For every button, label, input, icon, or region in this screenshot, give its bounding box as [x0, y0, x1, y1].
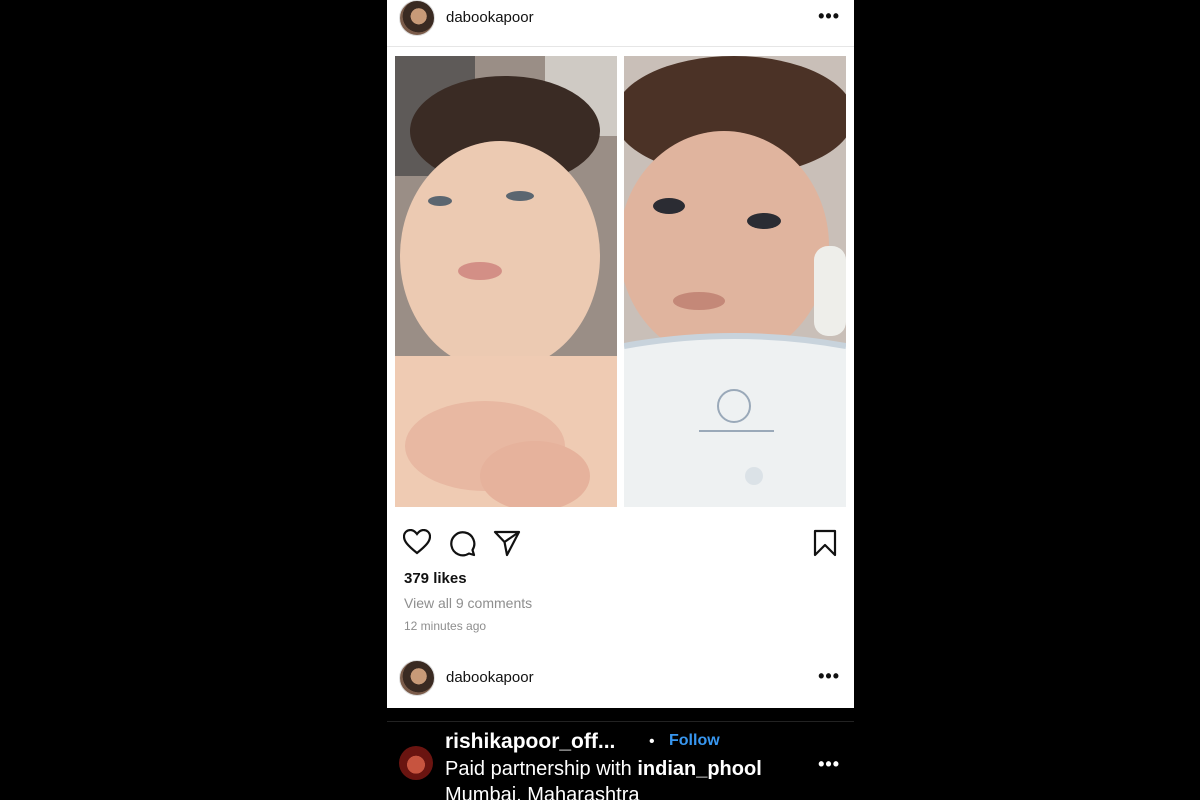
next-post-username[interactable]: rishikapoor_off...: [445, 730, 615, 754]
post-photo-right[interactable]: [624, 56, 846, 507]
comment-icon[interactable]: [448, 529, 476, 562]
paid-partnership-label: Paid partnership with indian_phool: [445, 758, 762, 781]
comment-more-icon[interactable]: •••: [818, 666, 840, 687]
post-header: dabookapoor •••: [387, 0, 854, 40]
header-divider: [387, 46, 854, 47]
post-location[interactable]: Mumbai, Maharashtra: [445, 784, 640, 800]
comment-header: dabookapoor •••: [387, 660, 854, 700]
next-post-more-icon[interactable]: •••: [818, 754, 840, 775]
follow-button[interactable]: Follow: [669, 732, 720, 750]
post-separator: [387, 721, 854, 722]
heart-icon[interactable]: [402, 528, 432, 560]
instagram-feed: dabookapoor ••• 379 likes View all 9 com…: [387, 0, 854, 800]
bookmark-icon[interactable]: [813, 529, 837, 562]
more-options-icon[interactable]: •••: [818, 6, 840, 27]
post-timestamp: 12 minutes ago: [404, 619, 487, 633]
next-post-header: rishikapoor_off... • Follow Paid partner…: [387, 724, 854, 800]
post-photo-left[interactable]: [395, 56, 617, 507]
next-post-avatar[interactable]: [399, 746, 433, 780]
separator-dot: •: [649, 733, 655, 750]
comment-avatar[interactable]: [399, 660, 435, 696]
post-username[interactable]: dabookapoor: [446, 9, 534, 26]
comment-username[interactable]: dabookapoor: [446, 669, 534, 686]
post-card: dabookapoor ••• 379 likes View all 9 com…: [387, 0, 854, 708]
avatar[interactable]: [399, 0, 435, 36]
partner-link[interactable]: indian_phool: [637, 758, 761, 780]
share-icon[interactable]: [493, 529, 521, 562]
likes-count[interactable]: 379 likes: [404, 570, 467, 587]
view-comments-link[interactable]: View all 9 comments: [404, 595, 532, 611]
paid-prefix: Paid partnership with: [445, 758, 638, 780]
